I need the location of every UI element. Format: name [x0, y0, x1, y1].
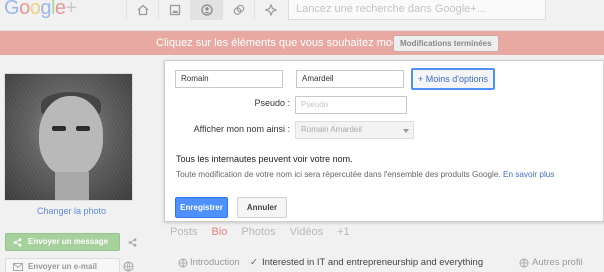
- name-visibility-note: Tous les internautes peuvent voir votre …: [176, 154, 353, 164]
- mail-icon: [13, 263, 23, 271]
- photo-face-shape: [39, 96, 103, 176]
- last-name-field[interactable]: Amardeil: [296, 70, 404, 88]
- send-email-button[interactable]: Envoyer un e-mail: [5, 258, 120, 272]
- globe-icon: [123, 261, 134, 272]
- share-icon: [13, 238, 22, 247]
- circles-icon: [233, 4, 244, 15]
- share-icon[interactable]: [128, 238, 137, 247]
- edit-mode-banner: Cliquez sur les éléments que vous souhai…: [0, 31, 604, 55]
- nav-games[interactable]: [254, 0, 286, 20]
- banner-message: Cliquez sur les éléments que vous souhai…: [156, 37, 419, 49]
- nav-circles[interactable]: [222, 0, 254, 20]
- nav-photos[interactable]: [158, 0, 190, 20]
- logo-letter-g: G: [4, 0, 20, 19]
- nav-profile[interactable]: [190, 0, 222, 20]
- display-name-select[interactable]: Romain Amardeil: [295, 121, 414, 139]
- photo-neck-shape: [55, 172, 89, 200]
- logo-letter-o2: o: [29, 0, 41, 19]
- tab-photos[interactable]: Photos: [241, 226, 275, 238]
- profile-icon: [200, 4, 213, 16]
- profile-photo[interactable]: [4, 73, 133, 201]
- photos-icon: [169, 4, 180, 16]
- tab-videos[interactable]: Vidéos: [290, 226, 323, 238]
- nickname-field[interactable]: Pseudo: [295, 96, 407, 114]
- check-icon: ✓: [250, 257, 258, 268]
- games-icon: [264, 4, 277, 16]
- main-nav: [126, 0, 286, 20]
- profile-tabs: Posts Bio Photos Vidéos +1: [170, 226, 364, 238]
- cancel-button[interactable]: Annuler: [237, 197, 287, 218]
- tab-posts[interactable]: Posts: [170, 226, 198, 238]
- introduction-row: Introduction ✓ Interested in IT and entr…: [178, 255, 604, 272]
- photo-eye-right: [76, 126, 90, 131]
- top-bar: Google+ Lancez une recherche dans Google…: [0, 0, 604, 31]
- nickname-label: Pseudo :: [254, 98, 290, 108]
- nav-home[interactable]: [126, 0, 158, 20]
- chevron-down-icon: [403, 129, 409, 133]
- search-input[interactable]: Lancez une recherche dans Google+...: [288, 0, 546, 20]
- send-message-label: Envoyer un message: [28, 237, 109, 246]
- logo-letter-o1: o: [19, 0, 30, 19]
- globe-icon: [178, 258, 188, 268]
- change-photo-link[interactable]: Changer la photo: [37, 206, 106, 216]
- save-button[interactable]: Enregistrer: [175, 197, 228, 218]
- photo-eye-left: [52, 126, 66, 131]
- google-plus-logo[interactable]: Google+: [4, 0, 77, 20]
- globe-icon: [519, 258, 529, 268]
- introduction-label: Introduction: [190, 257, 240, 268]
- home-icon: [137, 4, 148, 16]
- done-editing-button[interactable]: Modifications terminées: [393, 35, 499, 52]
- name-change-text: Toute modification de votre nom ici sera…: [176, 170, 501, 179]
- tab-plus-one[interactable]: +1: [337, 226, 350, 238]
- introduction-text[interactable]: Interested in IT and entrepreneurship an…: [262, 257, 483, 268]
- send-email-label: Envoyer un e-mail: [28, 262, 97, 271]
- display-name-value: Romain Amardeil: [301, 125, 362, 134]
- learn-more-link[interactable]: En savoir plus: [503, 170, 554, 179]
- send-message-button[interactable]: Envoyer un message: [5, 233, 120, 251]
- logo-letter-g2: g: [40, 0, 51, 19]
- edit-name-dialog: Romain Amardeil + Moins d'options Pseudo…: [164, 60, 604, 222]
- logo-letter-e: e: [54, 0, 66, 19]
- first-name-field[interactable]: Romain: [175, 70, 283, 88]
- other-profiles-label: Autres profil: [532, 257, 583, 268]
- logo-plus: +: [65, 0, 78, 19]
- fewer-options-button[interactable]: + Moins d'options: [411, 68, 495, 90]
- tab-bio[interactable]: Bio: [212, 226, 228, 238]
- name-change-note: Toute modification de votre nom ici sera…: [176, 170, 554, 179]
- display-name-label: Afficher mon nom ainsi :: [193, 124, 290, 134]
